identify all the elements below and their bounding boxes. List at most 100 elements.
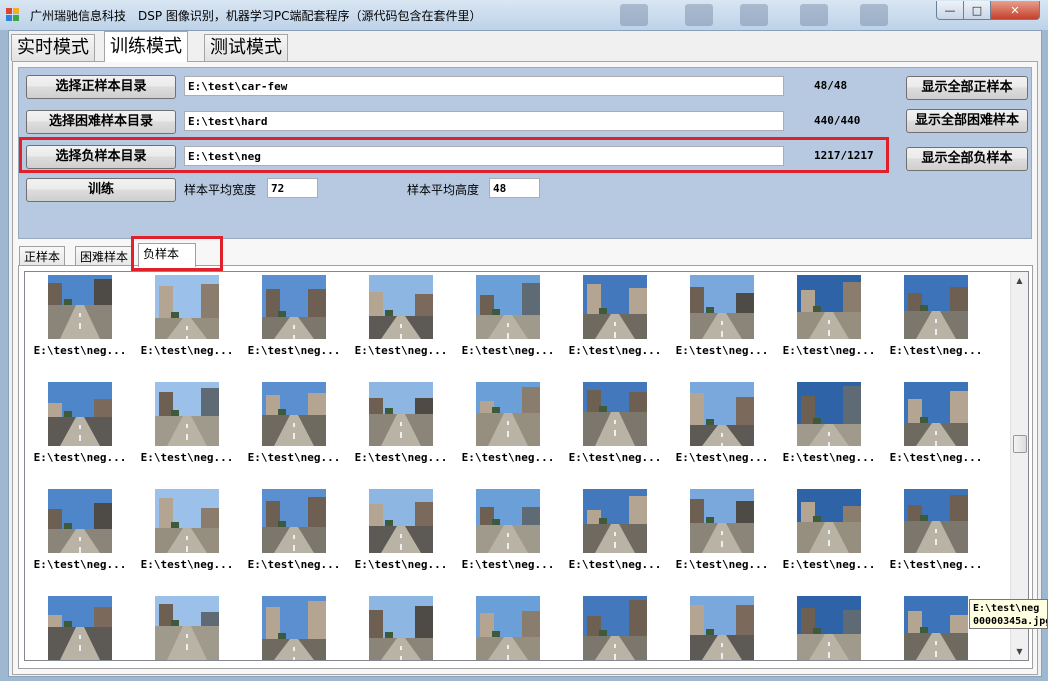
avg-height-field[interactable]: 48	[489, 178, 540, 198]
thumbnail-caption: E:\test\neg...	[33, 344, 127, 357]
minimize-icon: —	[944, 3, 956, 17]
street-scene-image	[583, 382, 647, 446]
tab-test-mode[interactable]: 测试模式	[204, 34, 288, 61]
tab-realtime-mode[interactable]: 实时模式	[11, 34, 95, 61]
thumbnail-item[interactable]: E:\test\neg...	[565, 596, 665, 660]
show-all-positive-button[interactable]: 显示全部正样本	[906, 76, 1028, 100]
thumbnail-caption: E:\test\neg...	[33, 451, 127, 464]
thumbnail-item[interactable]: E:\test\neg...	[351, 275, 451, 369]
thumbnail-caption: E:\test\neg...	[461, 451, 555, 464]
background-icon	[800, 4, 828, 26]
thumbnail-item[interactable]: E:\test\neg...	[779, 596, 879, 660]
scroll-down-icon[interactable]: ▼	[1011, 643, 1028, 660]
tooltip-line-2: 00000345a.jpg	[973, 616, 1048, 627]
thumbnail-item[interactable]: E:\test\neg...	[672, 489, 772, 583]
thumbnail-item[interactable]: E:\test\neg...	[565, 382, 665, 476]
thumbnail-caption: E:\test\neg...	[33, 558, 127, 571]
thumbnail-item[interactable]: E:\test\neg...	[886, 489, 986, 583]
tooltip-line-1: E:\test\neg	[973, 603, 1040, 614]
tab-training-mode[interactable]: 训练模式	[104, 31, 188, 62]
thumbnail-item[interactable]: E:\test\neg...	[244, 275, 344, 369]
hard-count: 440/440	[814, 114, 861, 127]
thumbnail-item[interactable]: E:\test\neg...	[137, 489, 237, 583]
scroll-thumb[interactable]	[1013, 435, 1027, 453]
thumbnail-item[interactable]: E:\test\neg...	[565, 489, 665, 583]
thumbnail-item[interactable]: E:\test\neg...	[351, 489, 451, 583]
street-scene-image	[369, 489, 433, 553]
thumbnail-list[interactable]: E:\test\neg... E:\test\neg... E:\test\neg.…	[24, 271, 1029, 661]
title-bar: 广州瑞驰信息科技 DSP 图像识别，机器学习PC端配套程序（源代码包含在套件里）…	[0, 0, 1048, 30]
thumbnail-item[interactable]: E:\test\neg...	[137, 382, 237, 476]
show-all-negative-button[interactable]: 显示全部负样本	[906, 147, 1028, 171]
street-scene-image	[48, 382, 112, 446]
positive-path-field[interactable]: E:\test\car-few	[184, 76, 784, 96]
thumbnail-item[interactable]: E:\test\neg...	[351, 596, 451, 660]
street-scene-image	[48, 275, 112, 339]
thumbnail-item[interactable]: E:\test\neg...	[351, 382, 451, 476]
train-button[interactable]: 训练	[26, 178, 176, 202]
thumbnail-item[interactable]: E:\test\neg...	[779, 382, 879, 476]
negative-samples-panel: E:\test\neg... E:\test\neg... E:\test\neg.…	[18, 265, 1033, 669]
thumbnail-item[interactable]: E:\test\neg...	[30, 382, 130, 476]
subtab-positive[interactable]: 正样本	[19, 246, 66, 267]
select-hard-dir-button[interactable]: 选择困难样本目录	[26, 110, 176, 134]
close-icon: ✕	[1010, 3, 1020, 17]
client-area: 实时模式 训练模式 测试模式 选择正样本目录 E:\test\car-few 4…	[8, 30, 1042, 677]
show-all-hard-button[interactable]: 显示全部困难样本	[906, 109, 1028, 133]
scroll-up-icon[interactable]: ▲	[1011, 272, 1028, 289]
thumbnail-caption: E:\test\neg...	[675, 451, 769, 464]
thumbnail-item[interactable]: E:\test\neg...	[30, 596, 130, 660]
thumbnail-item[interactable]: E:\test\neg...	[30, 489, 130, 583]
thumbnail-item[interactable]: E:\test\neg...	[244, 596, 344, 660]
thumbnail-caption: E:\test\neg...	[568, 344, 662, 357]
street-scene-image	[369, 275, 433, 339]
thumbnail-item[interactable]: E:\test\neg...	[458, 275, 558, 369]
street-scene-image	[262, 382, 326, 446]
thumbnail-item[interactable]: E:\test\neg...	[779, 489, 879, 583]
training-panel: 选择正样本目录 E:\test\car-few 48/48 显示全部正样本 选择…	[12, 61, 1038, 675]
thumbnail-caption: E:\test\neg...	[247, 558, 341, 571]
street-scene-image	[369, 596, 433, 660]
street-scene-image	[797, 489, 861, 553]
negative-row-highlight	[19, 137, 889, 173]
street-scene-image	[155, 596, 219, 660]
sample-settings-box: 选择正样本目录 E:\test\car-few 48/48 显示全部正样本 选择…	[18, 67, 1032, 239]
thumbnail-caption: E:\test\neg...	[889, 558, 983, 571]
thumbnail-caption: E:\test\neg...	[354, 451, 448, 464]
street-scene-image	[155, 489, 219, 553]
select-positive-dir-button[interactable]: 选择正样本目录	[26, 75, 176, 99]
thumbnail-item[interactable]: E:\test\neg...	[565, 275, 665, 369]
thumbnail-item[interactable]: E:\test\neg...	[672, 596, 772, 660]
street-scene-image	[797, 382, 861, 446]
thumbnail-item[interactable]: E:\test\neg...	[137, 275, 237, 369]
thumbnail-item[interactable]: E:\test\neg...	[244, 382, 344, 476]
maximize-button[interactable]: □	[963, 1, 991, 20]
street-scene-image	[904, 382, 968, 446]
thumbnail-item[interactable]: E:\test\neg...	[458, 382, 558, 476]
thumbnail-item[interactable]: E:\test\neg...	[886, 382, 986, 476]
thumbnail-item[interactable]: E:\test\neg...	[672, 382, 772, 476]
avg-width-field[interactable]: 72	[267, 178, 318, 198]
thumbnail-caption: E:\test\neg...	[889, 451, 983, 464]
thumbnail-item[interactable]: E:\test\neg...	[672, 275, 772, 369]
thumbnail-item[interactable]: E:\test\neg...	[244, 489, 344, 583]
background-icon	[685, 4, 713, 26]
thumbnail-item[interactable]: E:\test\neg...	[458, 596, 558, 660]
thumbnail-item[interactable]: E:\test\neg...	[137, 596, 237, 660]
hard-path-field[interactable]: E:\test\hard	[184, 111, 784, 131]
subtab-hard[interactable]: 困难样本	[75, 246, 134, 267]
close-button[interactable]: ✕	[990, 1, 1040, 20]
street-scene-image	[583, 489, 647, 553]
minimize-button[interactable]: —	[936, 1, 964, 20]
street-scene-image	[690, 382, 754, 446]
thumbnail-caption: E:\test\neg...	[889, 344, 983, 357]
thumbnail-item[interactable]: E:\test\neg...	[779, 275, 879, 369]
street-scene-image	[262, 275, 326, 339]
thumbnail-caption: E:\test\neg...	[461, 558, 555, 571]
street-scene-image	[262, 489, 326, 553]
thumbnail-caption: E:\test\neg...	[461, 344, 555, 357]
thumbnail-item[interactable]: E:\test\neg...	[458, 489, 558, 583]
avg-width-label: 样本平均宽度	[184, 183, 257, 197]
thumbnail-item[interactable]: E:\test\neg...	[30, 275, 130, 369]
thumbnail-item[interactable]: E:\test\neg...	[886, 275, 986, 369]
